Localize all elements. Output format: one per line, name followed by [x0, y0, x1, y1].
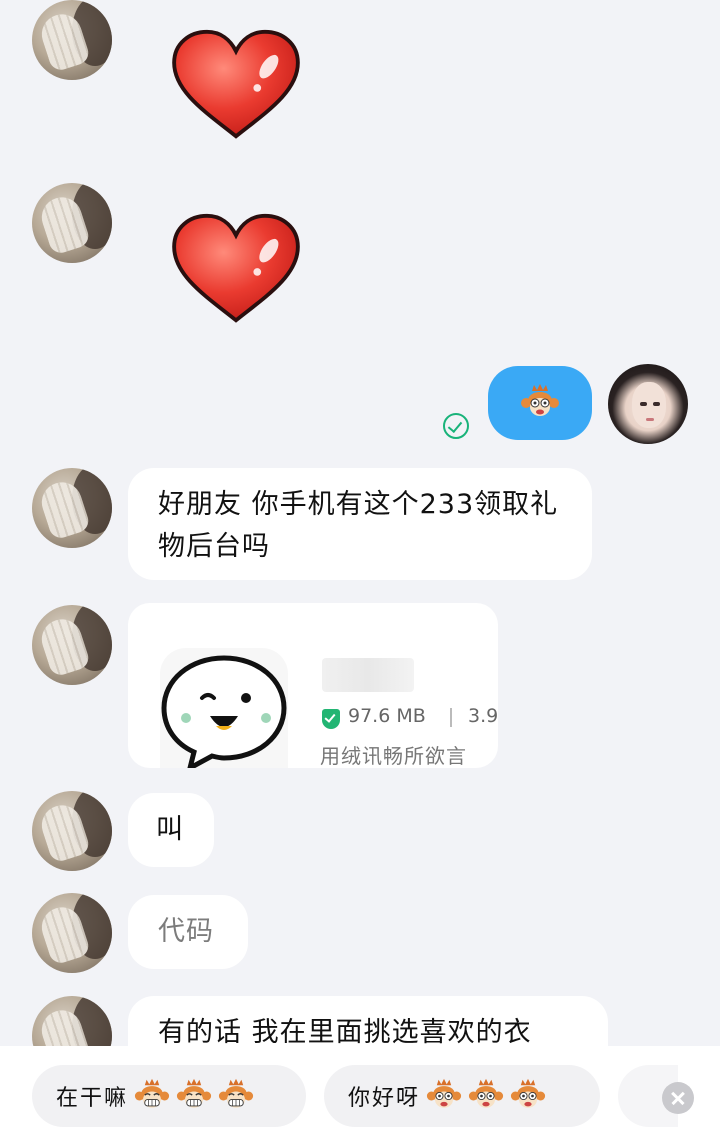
contact-avatar[interactable]: [32, 893, 112, 973]
close-icon[interactable]: [662, 1082, 694, 1114]
grin-monkey-emoji: [176, 1078, 212, 1114]
message-text: 叫: [156, 814, 184, 845]
monkey-emoji: [510, 1078, 546, 1114]
sent-check-icon: [443, 413, 469, 439]
quick-reply-bar: 在干嘛 你好呀: [0, 1046, 720, 1138]
app-icon: [160, 648, 288, 768]
grin-monkey-emoji: [134, 1078, 170, 1114]
contact-avatar[interactable]: [32, 183, 112, 263]
quick-reply-label: 在干嘛: [56, 1086, 129, 1111]
incoming-message-bubble[interactable]: 叫: [128, 793, 214, 867]
avatar-eye: [640, 402, 647, 406]
message-text: 好朋友 你手机有这个233领取礼物后台吗: [158, 489, 559, 562]
outgoing-message-bubble[interactable]: [488, 366, 592, 440]
heart-sticker[interactable]: [166, 212, 306, 328]
app-size: 97.6 MB: [348, 705, 426, 727]
quick-reply-chip[interactable]: 在干嘛: [32, 1065, 306, 1127]
divider: [450, 708, 452, 727]
heart-sticker[interactable]: [166, 28, 306, 144]
my-avatar[interactable]: [608, 364, 688, 444]
app-rating: 3.9: [468, 705, 498, 727]
chat-bubble-app-icon: [161, 655, 287, 768]
monkey-emoji: [426, 1078, 462, 1114]
shield-check-icon: [322, 709, 340, 729]
avatar-face: [632, 382, 666, 428]
incoming-message-bubble[interactable]: 好朋友 你手机有这个233领取礼物后台吗: [128, 468, 592, 580]
avatar-eye: [653, 402, 660, 406]
quick-reply-label: 你好呀: [348, 1086, 421, 1111]
contact-avatar[interactable]: [32, 605, 112, 685]
avatar-lips: [646, 418, 654, 421]
contact-avatar[interactable]: [32, 791, 112, 871]
monkey-emoji: [520, 383, 560, 423]
app-slogan: 用绒讯畅所欲言: [320, 744, 467, 768]
message-text: 有的话 我在里面挑选喜欢的衣: [158, 1017, 532, 1048]
incoming-message-bubble[interactable]: 代码: [128, 895, 248, 969]
app-share-card[interactable]: 97.6 MB 3.9 用绒讯畅所欲言: [128, 603, 498, 768]
app-name-redacted: [322, 658, 414, 692]
monkey-emoji: [468, 1078, 504, 1114]
contact-avatar[interactable]: [32, 468, 112, 548]
contact-avatar[interactable]: [32, 0, 112, 80]
message-text: 代码: [158, 916, 214, 947]
quick-reply-chip[interactable]: 你好呀: [324, 1065, 600, 1127]
grin-monkey-emoji: [218, 1078, 254, 1114]
